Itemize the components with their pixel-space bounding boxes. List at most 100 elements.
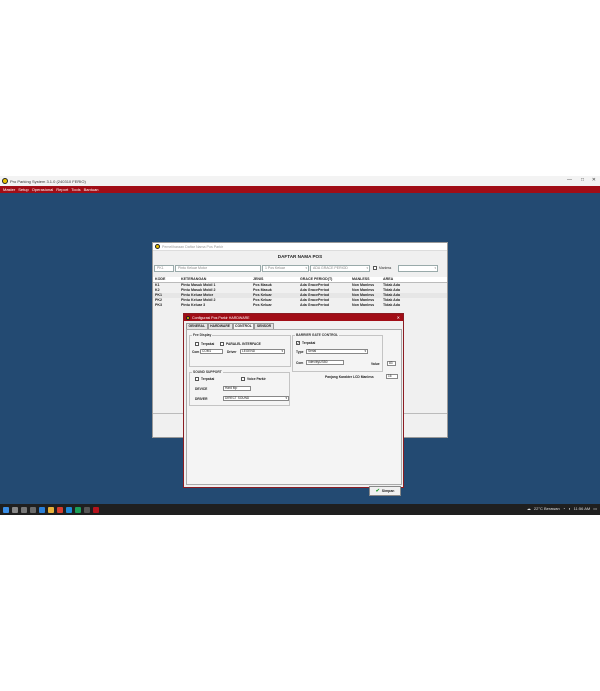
lcd-length-label: Panjang Karakter LCD Manless <box>325 375 374 379</box>
check-icon: ✔ <box>375 488 380 494</box>
daftar-heading: DAFTAR NAMA POS <box>277 254 323 259</box>
filter-manless-label: Manless <box>379 266 392 270</box>
parking-app-icon[interactable] <box>93 506 99 513</box>
app-logo-icon <box>2 178 8 184</box>
col-jenis[interactable]: JENIS <box>253 277 300 282</box>
sound-title: SOUND SUPPORT <box>192 370 223 374</box>
volume-icon[interactable]: ◖ <box>568 506 570 511</box>
sound-device-input[interactable]: Hard Mp <box>223 386 251 391</box>
explorer-icon[interactable] <box>48 506 54 513</box>
task-view-icon[interactable] <box>21 506 27 513</box>
menu-tools[interactable]: Tools <box>71 187 80 192</box>
maximize-button[interactable]: □ <box>581 177 584 183</box>
filter-area-select[interactable] <box>398 265 438 272</box>
mail-icon[interactable] <box>66 506 72 513</box>
menu-bar: Master Setup Operasional Report Tools Ba… <box>0 186 600 193</box>
fee-com-input[interactable]: COM1 <box>200 349 223 354</box>
col-keterangan[interactable]: KETERANGAN <box>181 277 253 282</box>
daftar-window-title: Pemeliharaan Daftar Nama Pos Parkir <box>162 244 224 249</box>
barrier-title: BARRIER GATE CONTROL <box>295 333 340 337</box>
barrier-com-label: Com <box>296 361 304 365</box>
barrier-gate-group: BARRIER GATE CONTROL ✓ Terpakai Type Ser… <box>292 333 396 372</box>
sound-driver-select[interactable]: DIRECT SOUND <box>223 396 289 401</box>
sound-driver-label: DRIVER <box>195 397 208 401</box>
cell: Pos Keluar <box>253 303 272 307</box>
filter-manless-checkbox[interactable] <box>373 266 377 270</box>
barrier-terpakai-checkbox[interactable]: ✓ <box>296 341 300 345</box>
edge-icon[interactable] <box>39 506 45 513</box>
widgets-icon[interactable] <box>30 506 36 513</box>
menu-operasional[interactable]: Operasional <box>32 187 54 192</box>
app-title: Pro Parking System 3.1.0 (240310 FERIO) <box>10 178 86 184</box>
weather-text[interactable]: 22°C Berawan <box>534 506 560 511</box>
config-window-title: Configurasi Pos Parkir HARDWARE <box>192 315 250 320</box>
close-button[interactable]: ✕ <box>592 177 596 183</box>
sound-terpakai-label: Terpakai <box>201 377 215 381</box>
fee-driver-label: Driver <box>227 350 237 354</box>
excel-icon[interactable] <box>75 506 81 513</box>
col-kode[interactable]: KODE <box>153 277 181 282</box>
fee-driver-select[interactable]: LEGEND <box>240 349 285 354</box>
barrier-com-input[interactable]: \\dev\ttyUSB0 <box>306 360 344 365</box>
col-area[interactable]: AREA <box>383 277 429 282</box>
taskbar: ☁ 22°C Berawan ◔ ◖ 11:56 AM ▭ <box>0 504 600 515</box>
notification-icon[interactable]: ▭ <box>593 506 597 511</box>
app-title-bar: Pro Parking System 3.1.0 (240310 FERIO) … <box>0 176 600 186</box>
lcd-length-input[interactable]: 16 <box>386 374 398 379</box>
filter-jenis-select[interactable]: 1 Pos Keluar <box>262 265 309 272</box>
barrier-type-label: Type <box>296 350 304 354</box>
menu-setup[interactable]: Setup <box>18 187 28 192</box>
fee-display-group: Fee Display Terpakai PARALEL INTERFACE C… <box>189 333 291 367</box>
config-logo-icon <box>186 315 190 320</box>
fee-display-title: Fee Display <box>192 333 213 337</box>
control-panel: Fee Display Terpakai PARALEL INTERFACE C… <box>186 329 402 496</box>
search-icon[interactable] <box>12 506 18 513</box>
pos-table: KODE KETERANGAN JENIS GRACE PERIOD(T) MA… <box>153 277 447 308</box>
cell: PK3 <box>155 303 162 307</box>
col-manless[interactable]: MANLESS <box>352 277 383 282</box>
app-header: Pro Parking System 3.1.0 (240310 FERIO) … <box>0 176 600 193</box>
sound-terpakai-checkbox[interactable] <box>195 377 199 381</box>
app-icon[interactable] <box>84 506 90 513</box>
filter-row: PK1 Pintu Keluar Motor 1 Pos Keluar ADA … <box>154 265 447 273</box>
fee-com-label: Com <box>192 350 200 354</box>
weather-icon[interactable]: ☁ <box>527 506 531 511</box>
cell: Non Manless <box>352 303 375 307</box>
system-tray: ☁ 22°C Berawan ◔ ◖ 11:56 AM ▭ <box>527 506 597 511</box>
menu-report[interactable]: Report <box>56 187 68 192</box>
barrier-value-label: Value <box>371 362 380 366</box>
filter-kode-input[interactable]: PK1 <box>154 265 174 272</box>
cell: Ada GracePeriod <box>300 303 330 307</box>
filter-keterangan-input[interactable]: Pintu Keluar Motor <box>175 265 261 272</box>
paralel-label: PARALEL INTERFACE <box>226 342 261 346</box>
barrier-terpakai-label: Terpakai <box>302 341 316 345</box>
daftar-window-title-bar: Pemeliharaan Daftar Nama Pos Parkir <box>153 243 447 251</box>
chrome-icon[interactable] <box>57 506 63 513</box>
sound-support-group: SOUND SUPPORT Terpakai Voice Parkir DEVI… <box>189 370 290 406</box>
save-button[interactable]: ✔ Simpan <box>369 486 401 496</box>
col-grace[interactable]: GRACE PERIOD(T) <box>300 277 352 282</box>
minimize-button[interactable]: — <box>567 177 572 183</box>
filter-grace-select[interactable]: ADA GRACE PERIOD <box>310 265 370 272</box>
table-row[interactable]: PK3 Pintu Keluar 3 Pos Keluar Ada GraceP… <box>153 303 447 308</box>
daftar-logo-icon <box>155 244 160 249</box>
voice-parkir-checkbox[interactable] <box>241 377 245 381</box>
menu-master[interactable]: Master <box>3 187 15 192</box>
config-window: Configurasi Pos Parkir HARDWARE ✕ GENERA… <box>183 313 404 496</box>
fee-terpakai-label: Terpakai <box>201 342 215 346</box>
voice-parkir-label: Voice Parkir <box>247 377 266 381</box>
start-icon[interactable] <box>3 506 9 513</box>
fee-terpakai-checkbox[interactable] <box>195 342 199 346</box>
barrier-value-input[interactable]: 83 <box>387 361 396 366</box>
save-label: Simpan <box>381 489 395 493</box>
config-window-title-bar: Configurasi Pos Parkir HARDWARE ✕ <box>184 314 403 321</box>
barrier-type-select[interactable]: Serial <box>306 349 368 354</box>
cell: Pintu Keluar 3 <box>181 303 206 307</box>
menu-bantuan[interactable]: Bantuan <box>84 187 99 192</box>
clock[interactable]: 11:56 AM <box>574 506 591 511</box>
config-close-icon[interactable]: ✕ <box>397 315 400 320</box>
cell: Tidak Ada <box>383 303 400 307</box>
sound-device-label: DEVICE <box>195 387 208 391</box>
wifi-icon[interactable]: ◔ <box>563 506 565 511</box>
paralel-checkbox[interactable] <box>220 342 224 346</box>
